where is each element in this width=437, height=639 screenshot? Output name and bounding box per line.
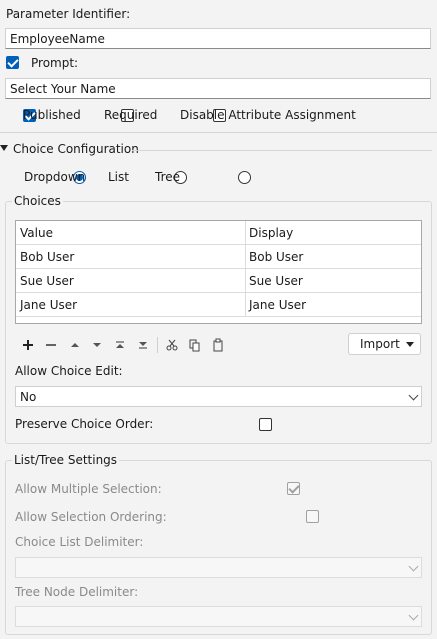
prompt-checkbox[interactable] — [6, 56, 19, 69]
choices-table[interactable]: Value Display Bob User Bob User Sue User… — [15, 220, 422, 324]
preserve-choice-order-checkbox[interactable] — [258, 418, 272, 431]
row-display[interactable]: Bob User — [245, 245, 303, 269]
parameter-identifier-input[interactable]: EmployeeName — [5, 28, 431, 49]
published-label: Published — [23, 108, 81, 122]
prompt-input[interactable]: Select Your Name — [5, 78, 431, 99]
move-bottom-icon[interactable] — [136, 338, 150, 352]
choices-title: Choices — [12, 194, 63, 208]
table-header: Value Display — [16, 221, 421, 245]
tree-node-delimiter-label: Tree Node Delimiter: — [15, 585, 139, 599]
allow-choice-edit-label: Allow Choice Edit: — [15, 364, 123, 378]
divider — [0, 132, 437, 133]
tree-label: Tree — [155, 170, 181, 184]
minus-icon[interactable] — [44, 338, 58, 352]
table-row[interactable]: Bob User Bob User — [16, 245, 421, 269]
column-header-display[interactable]: Display — [245, 221, 293, 245]
paste-icon[interactable] — [211, 338, 225, 352]
row-display[interactable]: Sue User — [245, 269, 303, 293]
row-display[interactable]: Jane User — [245, 293, 306, 317]
parameter-identifier-label: Parameter Identifier: — [6, 7, 131, 21]
dropdown-arrow-icon — [406, 342, 414, 347]
tree-radio[interactable] — [237, 171, 251, 184]
cut-icon[interactable] — [165, 338, 179, 352]
plus-icon[interactable] — [21, 338, 35, 352]
allow-selection-ordering-label: Allow Selection Ordering: — [15, 510, 167, 524]
preserve-choice-order-label: Preserve Choice Order: — [15, 417, 154, 431]
move-top-icon[interactable] — [113, 338, 127, 352]
copy-icon[interactable] — [188, 338, 202, 352]
chevron-down-icon — [408, 610, 419, 621]
row-value[interactable]: Bob User — [16, 245, 74, 269]
column-header-value[interactable]: Value — [16, 221, 53, 245]
allow-selection-ordering-checkbox[interactable] — [306, 510, 320, 523]
collapse-arrow-icon[interactable] — [0, 145, 8, 151]
move-down-icon[interactable] — [90, 338, 104, 352]
allow-multiple-selection-checkbox[interactable] — [286, 482, 300, 495]
move-up-icon[interactable] — [68, 338, 82, 352]
disable-attribute-label: Disable Attribute Assignment — [180, 108, 356, 122]
row-value[interactable]: Sue User — [16, 269, 74, 293]
chevron-down-icon — [408, 561, 419, 572]
allow-choice-edit-value: No — [20, 390, 37, 404]
choice-configuration-title: Choice Configuration — [13, 142, 139, 156]
required-label: Required — [104, 108, 158, 122]
allow-multiple-selection-label: Allow Multiple Selection: — [15, 482, 162, 496]
table-row[interactable]: Jane User Jane User — [16, 293, 421, 317]
chevron-down-icon — [408, 390, 419, 401]
import-button[interactable]: Import — [348, 333, 421, 355]
list-label: List — [108, 170, 129, 184]
allow-choice-edit-select[interactable]: No — [15, 386, 422, 407]
divider — [132, 150, 432, 151]
table-row[interactable]: Sue User Sue User — [16, 269, 421, 293]
toolbar-separator — [157, 337, 158, 353]
tree-node-delimiter-select[interactable] — [15, 606, 422, 627]
row-value[interactable]: Jane User — [16, 293, 77, 317]
import-label: Import — [360, 337, 400, 351]
choice-list-delimiter-select[interactable] — [15, 557, 422, 578]
prompt-label: Prompt: — [31, 56, 79, 70]
dropdown-label: Dropdown — [24, 170, 86, 184]
list-tree-settings-title: List/Tree Settings — [12, 453, 120, 467]
choice-list-delimiter-label: Choice List Delimiter: — [15, 535, 144, 549]
